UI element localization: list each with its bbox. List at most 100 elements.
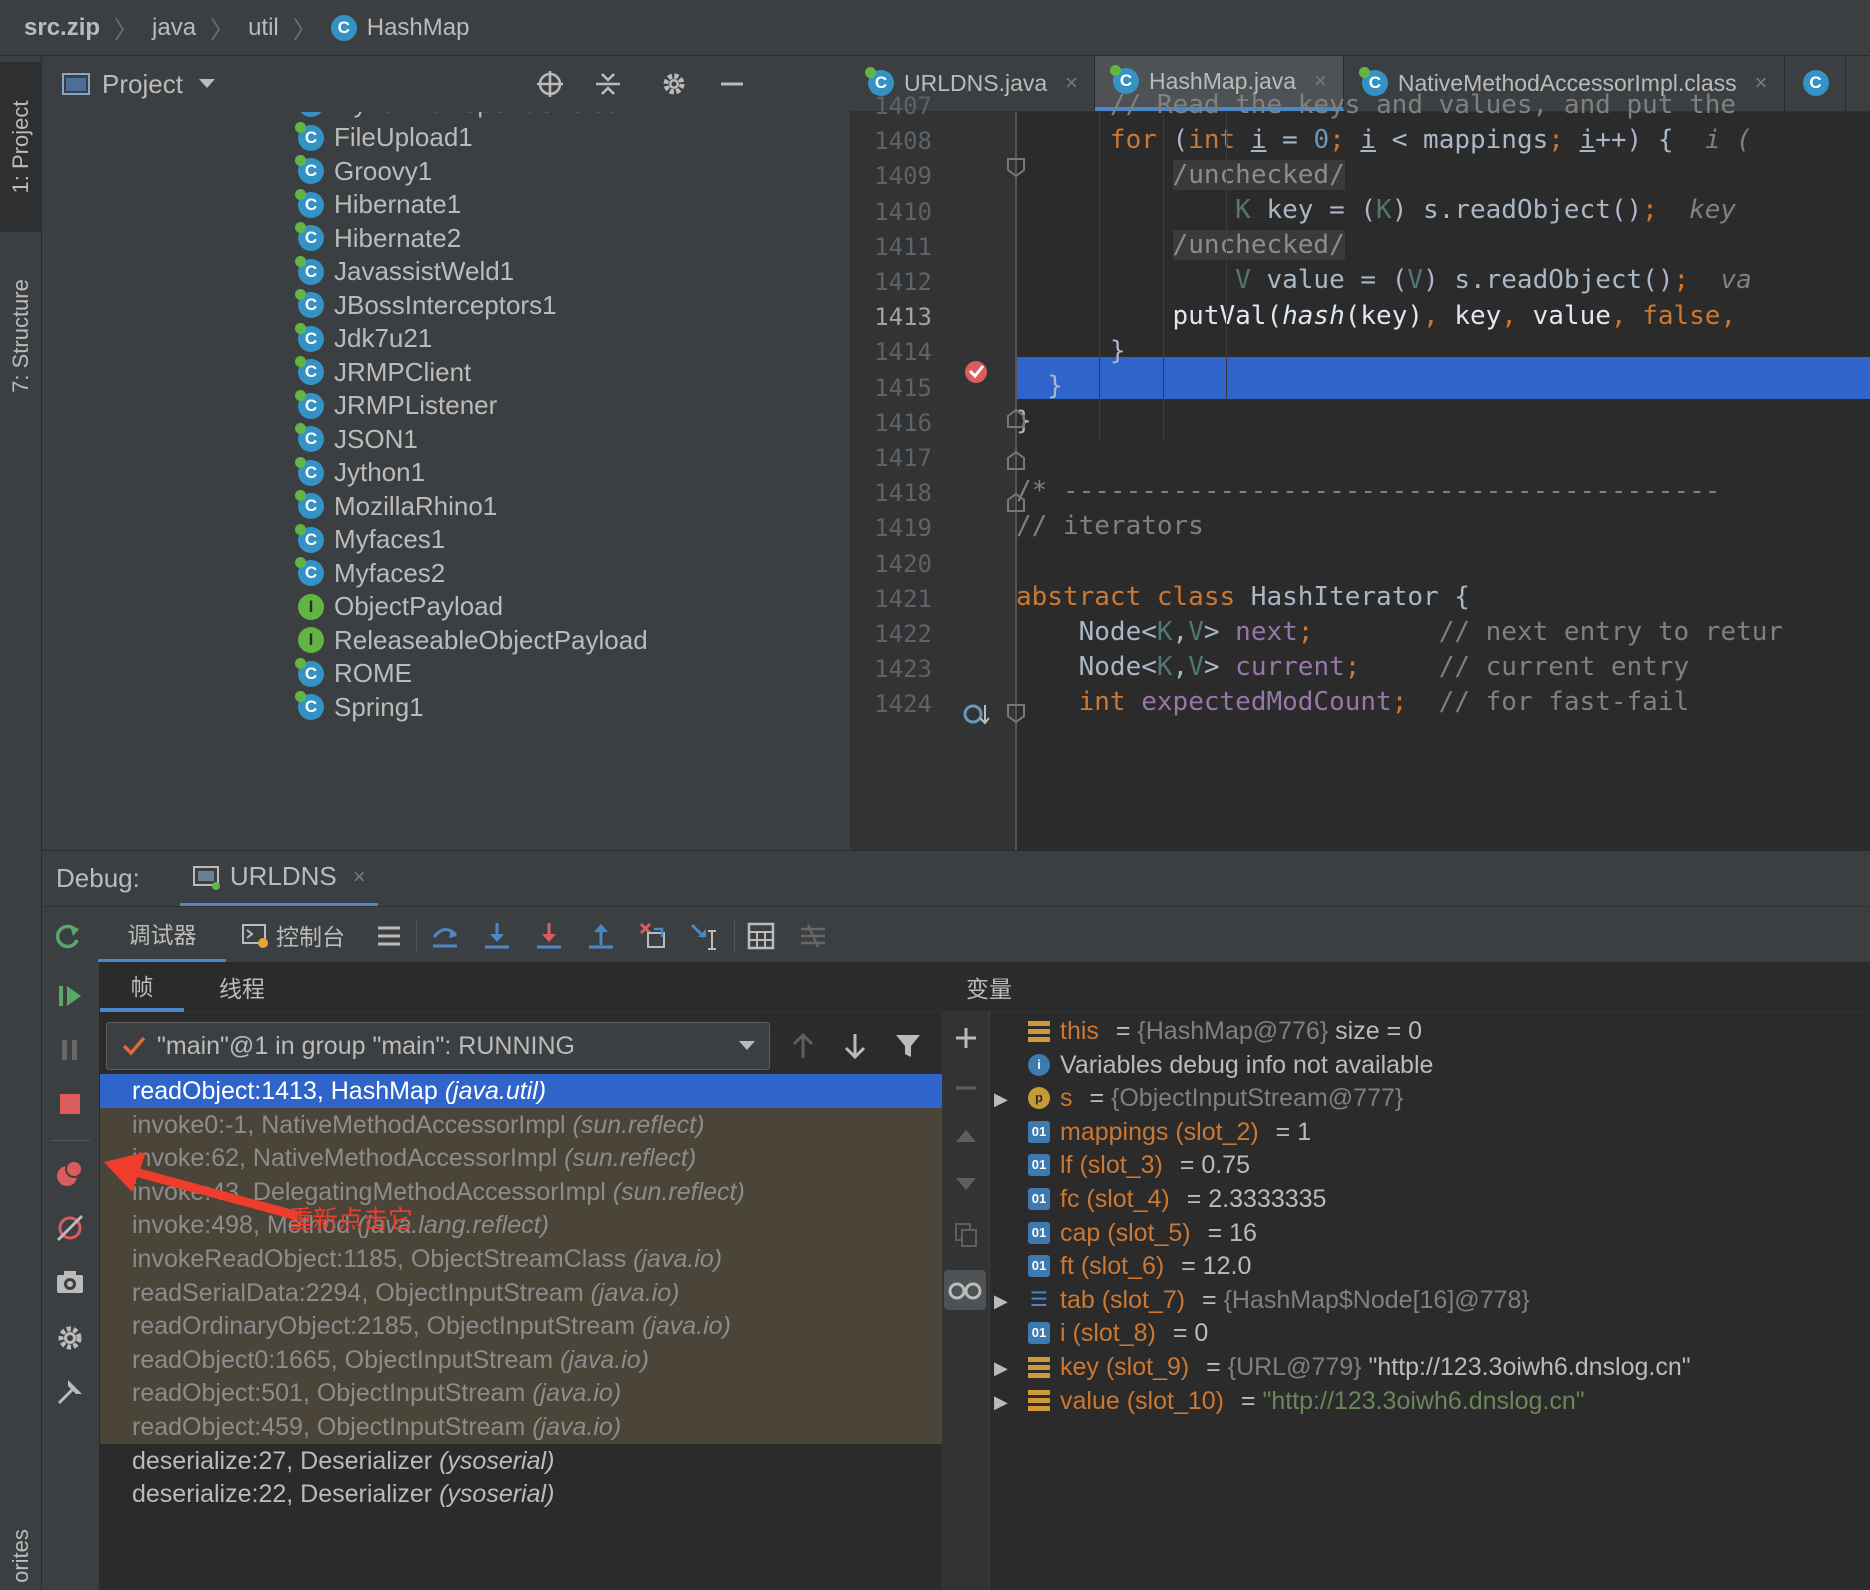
structure-tool-tab[interactable]: 7: Structure <box>0 246 42 426</box>
force-step-into-icon[interactable] <box>534 921 564 951</box>
stack-frame[interactable]: deserialize:27, Deserializer (ysoserial) <box>100 1444 942 1478</box>
tree-item[interactable]: C Jython1 <box>295 456 425 488</box>
fold-icon[interactable] <box>1005 156 1027 178</box>
close-icon[interactable]: × <box>1755 70 1768 96</box>
variable-row[interactable]: ☰ tab (slot_7) = {HashMap$Node[16]@778} <box>1028 1283 1530 1317</box>
breadcrumb-item-util[interactable]: util <box>248 14 279 42</box>
fold-icon[interactable] <box>1005 492 1027 514</box>
view-breakpoints-icon[interactable] <box>54 1158 86 1190</box>
variable-row[interactable]: value (slot_10) = "http://123.3oiwh6.dns… <box>1028 1384 1585 1418</box>
stack-frame[interactable]: deserialize:22, Deserializer (ysoserial) <box>100 1477 942 1511</box>
variable-row[interactable]: key (slot_9) = {URL@779} "http://123.3oi… <box>1028 1350 1691 1384</box>
move-down-icon[interactable] <box>954 1172 978 1196</box>
watches-toggle[interactable] <box>944 1270 986 1310</box>
minus-icon[interactable] <box>954 1076 978 1100</box>
tree-item[interactable]: C JSON1 <box>295 423 418 455</box>
pin-icon[interactable] <box>54 1376 86 1408</box>
locate-icon[interactable] <box>536 70 564 98</box>
project-panel-title[interactable]: Project <box>102 69 183 100</box>
breadcrumb-item-hashmap[interactable]: HashMap <box>367 14 470 42</box>
tree-item[interactable]: C Spring1 <box>295 691 424 723</box>
fold-icon[interactable] <box>1005 408 1027 430</box>
tab-threads[interactable]: 线程 <box>200 962 284 1012</box>
thread-select[interactable]: "main"@1 in group "main": RUNNING <box>106 1022 770 1070</box>
tree-item[interactable]: C Hibernate1 <box>295 188 461 220</box>
variable-row[interactable]: this = {HashMap@776} size = 0 <box>1028 1014 1422 1048</box>
tree-item[interactable]: C MozillaRhino1 <box>295 490 497 522</box>
fold-icon[interactable] <box>1005 702 1027 724</box>
step-over-icon[interactable] <box>430 921 460 951</box>
stack-frame[interactable]: invoke0:-1, NativeMethodAccessorImpl (su… <box>100 1107 942 1142</box>
camera-icon[interactable] <box>54 1266 86 1298</box>
tab-debugger[interactable]: 调试器 <box>98 907 226 963</box>
tree-item[interactable]: C JavassistWeld1 <box>295 255 514 287</box>
tree-item[interactable]: C Hibernate2 <box>295 222 461 254</box>
stack-frame[interactable]: readOrdinaryObject:2185, ObjectInputStre… <box>100 1309 942 1344</box>
mute-breakpoints-icon[interactable] <box>54 1212 86 1244</box>
implemented-marker-icon[interactable] <box>962 700 990 728</box>
stack-frame[interactable]: readObject:501, ObjectInputStream (java.… <box>100 1376 942 1411</box>
variable-row[interactable]: ps = {ObjectInputStream@777} <box>1028 1081 1403 1115</box>
resume-icon[interactable] <box>56 982 84 1010</box>
plus-icon[interactable] <box>954 1026 978 1050</box>
chevron-down-icon[interactable] <box>197 77 217 91</box>
run-to-cursor-icon[interactable] <box>690 921 722 951</box>
fold-icon[interactable] <box>1005 450 1027 472</box>
tree-item[interactable]: C Jdk7u21 <box>295 322 432 354</box>
arrow-down-icon[interactable] <box>842 1032 868 1060</box>
tree-item[interactable]: C JRMPClient <box>295 356 471 388</box>
breadcrumb-item-java[interactable]: java <box>152 14 196 42</box>
variable-row[interactable]: 01 fc (slot_4) = 2.3333335 <box>1028 1182 1326 1216</box>
variable-row[interactable]: 01 lf (slot_3) = 0.75 <box>1028 1148 1250 1182</box>
gear-icon[interactable] <box>660 70 688 98</box>
collapse-all-icon[interactable] <box>594 70 622 98</box>
drop-frame-icon[interactable] <box>638 921 668 951</box>
expand-arrow-icon[interactable]: ▶ <box>994 1089 1008 1110</box>
trace-stream-icon[interactable] <box>798 921 828 951</box>
settings-gear-icon[interactable] <box>54 1322 86 1354</box>
filter-icon[interactable] <box>894 1032 922 1060</box>
hide-panel-icon[interactable] <box>718 70 746 98</box>
tab-console[interactable]: 控制台 <box>242 907 370 963</box>
variable-row[interactable]: 01 i (slot_8) = 0 <box>1028 1316 1208 1350</box>
tab-frames[interactable]: 帧 <box>100 962 184 1012</box>
evaluate-expression-icon[interactable] <box>746 921 776 951</box>
breadcrumb-item-zip[interactable]: src.zip <box>24 14 100 42</box>
step-out-icon[interactable] <box>586 921 616 951</box>
tree-item[interactable]: C Myfaces2 <box>295 557 445 589</box>
debug-session-tab[interactable]: URLDNS × <box>179 851 378 907</box>
tree-item[interactable]: C FileUpload1 <box>295 121 473 153</box>
editor-tab-overflow[interactable]: C <box>1785 56 1846 111</box>
expand-arrow-icon[interactable]: ▶ <box>994 1291 1008 1312</box>
stop-icon[interactable] <box>56 1090 84 1118</box>
project-tool-tab[interactable]: 1: Project <box>0 62 42 232</box>
tree-item[interactable]: C Groovy1 <box>295 155 432 187</box>
stack-frame[interactable]: readSerialData:2294, ObjectInputStream (… <box>100 1275 942 1310</box>
variable-row[interactable]: 01 cap (slot_5) = 16 <box>1028 1216 1257 1250</box>
list-icon[interactable] <box>376 923 402 949</box>
variable-row[interactable]: i Variables debug info not available <box>1028 1048 1443 1082</box>
variable-row[interactable]: 01 ft (slot_6) = 12.0 <box>1028 1249 1251 1283</box>
move-up-icon[interactable] <box>954 1124 978 1148</box>
tree-item[interactable]: C JBossInterceptors1 <box>295 289 557 321</box>
pause-icon[interactable] <box>56 1036 84 1064</box>
stack-frame[interactable]: readObject0:1665, ObjectInputStream (jav… <box>100 1342 942 1377</box>
expand-arrow-icon[interactable]: ▶ <box>994 1392 1008 1413</box>
tree-item[interactable]: C JRMPListener <box>295 389 497 421</box>
step-into-icon[interactable] <box>482 921 512 951</box>
tree-item[interactable]: I ObjectPayload <box>298 591 503 622</box>
copy-icon[interactable] <box>954 1222 978 1248</box>
close-icon[interactable]: × <box>353 864 366 890</box>
variable-row[interactable]: 01 mappings (slot_2) = 1 <box>1028 1115 1311 1149</box>
stack-frame[interactable]: invokeReadObject:1185, ObjectStreamClass… <box>100 1242 942 1276</box>
stack-frame[interactable]: readObject:459, ObjectInputStream (java.… <box>100 1410 942 1444</box>
breakpoint-icon[interactable] <box>962 358 990 386</box>
tree-item-partial[interactable]: C DynamicDependencies <box>298 112 620 119</box>
stack-frame[interactable]: readObject:1413, HashMap (java.util) <box>100 1074 942 1108</box>
tree-item[interactable]: C Myfaces1 <box>295 523 445 555</box>
tree-item[interactable]: C ROME <box>295 657 412 689</box>
arrow-up-icon[interactable] <box>790 1032 816 1060</box>
expand-arrow-icon[interactable]: ▶ <box>994 1358 1008 1379</box>
favorites-tool-tab[interactable]: orites <box>0 1516 42 1590</box>
rerun-icon[interactable] <box>52 921 82 951</box>
